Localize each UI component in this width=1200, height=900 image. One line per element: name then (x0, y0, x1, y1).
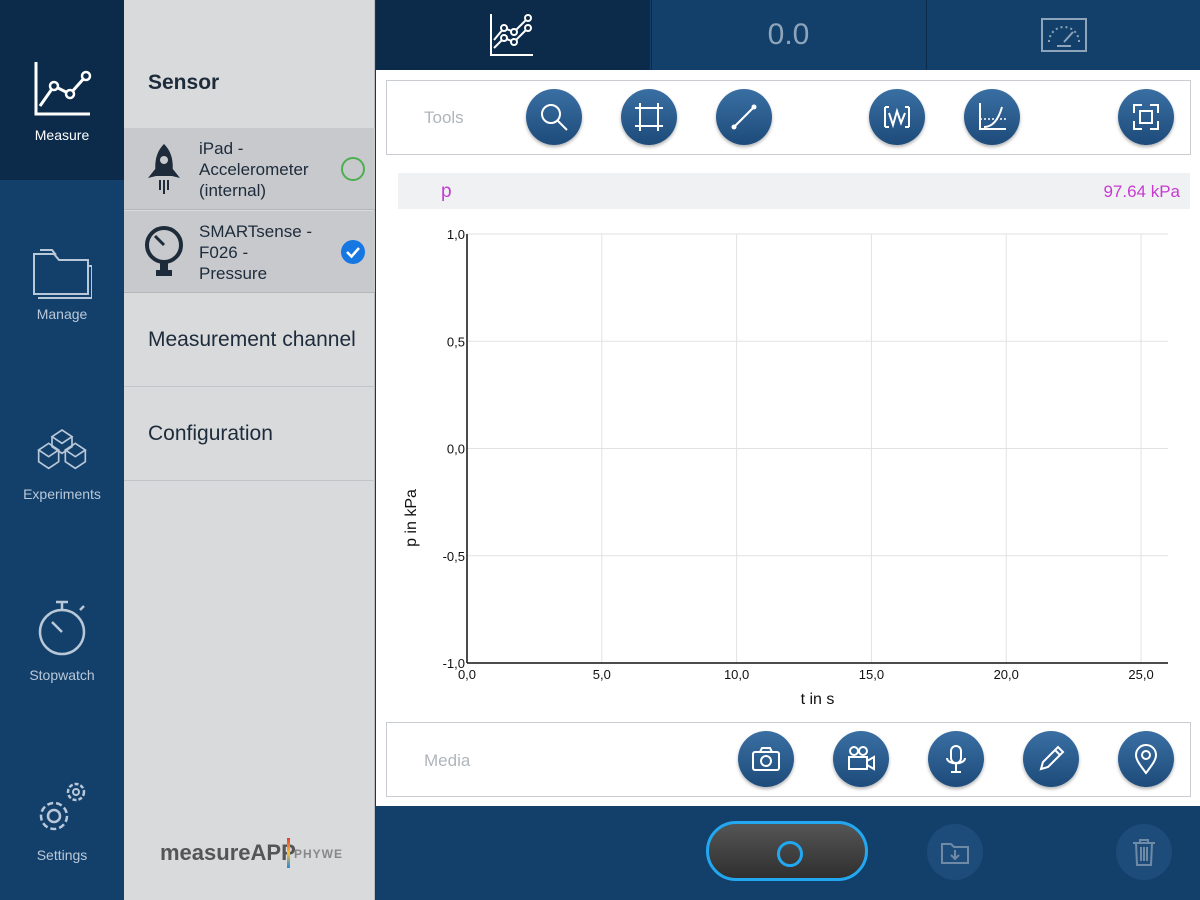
rocket-icon (148, 144, 180, 194)
y-tick-label: 0,5 (447, 334, 465, 349)
location-button[interactable] (1118, 731, 1174, 787)
curve-fit-icon (979, 103, 1006, 130)
media-bar: Media (386, 722, 1191, 797)
microphone-button[interactable] (928, 731, 984, 787)
zoom-icon (541, 104, 568, 131)
pencil-button[interactable] (1023, 731, 1079, 787)
chart-icon (34, 62, 92, 116)
gauge-icon (1041, 18, 1087, 52)
sensor-checkmark[interactable] (341, 240, 365, 264)
tab-value-label: 0.0 (767, 18, 810, 51)
pressure-gauge-icon (145, 226, 183, 276)
delete-button[interactable] (1116, 824, 1172, 880)
brand-logo: measureAPP (160, 840, 296, 865)
sensor-row-pressure[interactable]: SMARTsense - F026 - Pressure (124, 211, 375, 293)
x-tick-label: 10,0 (724, 667, 749, 682)
x-axis-label: t in s (801, 691, 835, 708)
measurement-channel-label: Measurement channel (148, 328, 356, 351)
pencil-icon (1039, 745, 1065, 771)
line-tool-icon (731, 104, 757, 130)
sensor-radio-unselected[interactable] (341, 157, 365, 181)
channel-value-bar[interactable]: p 97.64 kPa (398, 173, 1190, 209)
y-tick-labels: 1,0 0,5 0,0 -0,5 -1,0 (443, 227, 465, 671)
stopwatch-icon (38, 600, 86, 656)
nav-settings-label: Settings (36, 847, 88, 863)
trash-icon (1133, 839, 1155, 866)
folder-download-icon (941, 843, 969, 864)
y-tick-label: -0,5 (443, 549, 465, 564)
video-button[interactable] (833, 731, 889, 787)
nav-settings[interactable]: Settings (0, 720, 124, 900)
tools-label: Tools (424, 108, 464, 127)
fullscreen-button[interactable] (1118, 89, 1174, 145)
view-tabs: 0.0 (376, 0, 1200, 70)
y-axis-label: p in kPa (403, 489, 420, 547)
channel-value: 97.64 kPa (1103, 182, 1180, 201)
record-icon (777, 841, 803, 867)
media-label: Media (424, 751, 471, 770)
tab-value[interactable]: 0.0 (651, 0, 925, 70)
tools-bar: Tools (386, 80, 1191, 155)
y-tick-label: 0,0 (447, 442, 465, 457)
fullscreen-icon (1133, 104, 1159, 130)
sensor-row-accelerometer[interactable]: iPad - Accelerometer (internal) (124, 128, 375, 210)
measurement-channel-link[interactable]: Measurement channel (124, 293, 375, 387)
sensor-name: iPad - Accelerometer (internal) (199, 139, 309, 200)
save-button[interactable] (927, 824, 983, 880)
record-button[interactable] (706, 821, 868, 881)
camera-icon (752, 747, 780, 771)
brand-divider (287, 838, 290, 868)
waveform-button[interactable] (869, 89, 925, 145)
main-nav: Measure Manage Experiments Stopwatch Set… (0, 0, 124, 900)
nav-manage[interactable]: Manage (0, 180, 124, 360)
folder-icon (33, 249, 92, 299)
nav-stopwatch-label: Stopwatch (29, 667, 95, 683)
crop-icon (635, 103, 663, 131)
graph-icon (490, 14, 533, 56)
brand-sub-logo: PHYWE (294, 847, 344, 861)
measurement-area: Tools p 97.64 kPa 0,0 5,0 10,0 15,0 20,0… (376, 70, 1200, 806)
microphone-icon (946, 745, 966, 773)
waveform-icon (884, 106, 910, 129)
nav-measure-label: Measure (34, 127, 90, 143)
check-icon (346, 247, 360, 259)
y-tick-label: -1,0 (443, 656, 465, 671)
nav-manage-label: Manage (36, 306, 88, 322)
x-tick-label: 20,0 (994, 667, 1019, 682)
camera-button[interactable] (738, 731, 794, 787)
x-tick-label: 5,0 (593, 667, 611, 682)
nav-stopwatch[interactable]: Stopwatch (0, 540, 124, 720)
nav-experiments[interactable]: Experiments (0, 360, 124, 540)
line-tool-button[interactable] (716, 89, 772, 145)
cubes-icon (37, 428, 87, 470)
configuration-label: Configuration (148, 422, 273, 445)
nav-measure[interactable]: Measure (0, 0, 124, 180)
x-tick-label: 25,0 (1128, 667, 1153, 682)
x-tick-labels: 0,0 5,0 10,0 15,0 20,0 25,0 (458, 667, 1154, 682)
nav-experiments-label: Experiments (23, 486, 101, 502)
sensor-panel: Sensor iPad - Accelerometer (internal) S… (124, 0, 375, 900)
channel-name: p (441, 181, 452, 202)
tab-graph[interactable] (376, 0, 650, 70)
measurement-chart[interactable]: 0,0 5,0 10,0 15,0 20,0 25,0 1,0 0,5 0,0 -0,5 -1,0… (376, 220, 1200, 720)
y-tick-label: 1,0 (447, 227, 465, 242)
location-icon (1134, 744, 1158, 775)
sensor-name: SMARTsense - F026 - Pressure (199, 222, 313, 283)
tab-gauge[interactable] (926, 0, 1200, 70)
zoom-button[interactable] (526, 89, 582, 145)
curve-fit-button[interactable] (964, 89, 1020, 145)
grid-lines (467, 233, 1168, 663)
configuration-link[interactable]: Configuration (124, 387, 375, 481)
bottom-bar (376, 806, 1200, 900)
gear-icon (39, 782, 86, 831)
crop-button[interactable] (621, 89, 677, 145)
x-tick-label: 15,0 (859, 667, 884, 682)
sensor-panel-title: Sensor (148, 71, 220, 94)
video-icon (848, 746, 875, 771)
